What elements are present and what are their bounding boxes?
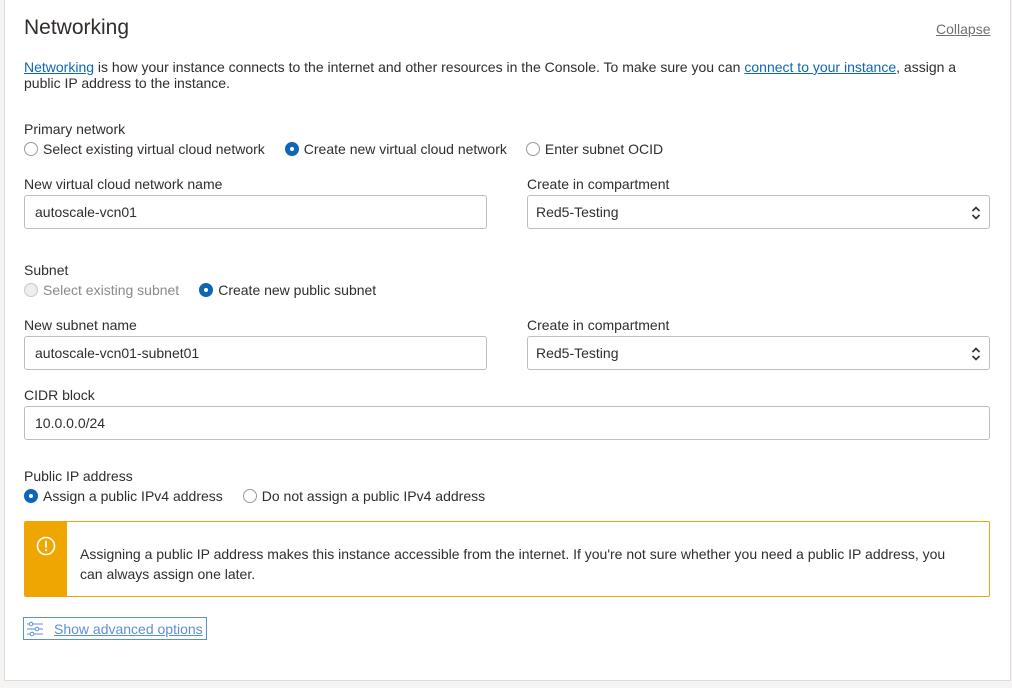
collapse-link[interactable]: Collapse — [936, 21, 990, 37]
subnet-radio-group: Select existing subnet Create new public… — [24, 282, 396, 298]
vcn-name-label: New virtual cloud network name — [24, 176, 223, 192]
primary-network-label: Primary network — [24, 121, 126, 137]
radio-button[interactable] — [525, 142, 540, 156]
public-ip-warning-alert: Assigning a public IP address makes this… — [24, 521, 990, 597]
radio-label: Do not assign a public IPv4 address — [261, 488, 486, 504]
vcn-compartment-value: Red5-Testing — [536, 204, 619, 220]
primary-network-radio-group: Select existing virtual cloud network Cr… — [24, 141, 683, 157]
public-ip-label: Public IP address — [24, 468, 133, 484]
vcn-compartment-select[interactable]: Red5-Testing — [527, 195, 990, 229]
radio-button[interactable] — [24, 489, 38, 503]
description-text-1: is how your instance connects to the int… — [94, 59, 745, 75]
subnet-name-label: New subnet name — [24, 317, 137, 333]
radio-label: Select existing subnet — [43, 282, 180, 298]
radio-label: Create new virtual cloud network — [303, 141, 507, 157]
radio-do-not-assign-public-ipv4[interactable]: Do not assign a public IPv4 address — [242, 488, 486, 504]
radio-button[interactable] — [242, 489, 257, 503]
connect-instance-link[interactable]: connect to your instance — [744, 59, 896, 75]
radio-assign-public-ipv4[interactable]: Assign a public IPv4 address — [24, 488, 223, 504]
radio-label: Enter subnet OCID — [544, 141, 664, 157]
radio-label: Select existing virtual cloud network — [43, 141, 265, 157]
sliders-icon — [27, 621, 43, 636]
radio-create-new-public-subnet[interactable]: Create new public subnet — [199, 282, 376, 298]
radio-enter-subnet-ocid[interactable]: Enter subnet OCID — [525, 141, 664, 157]
vcn-compartment-label: Create in compartment — [527, 176, 670, 192]
radio-select-existing-subnet: Select existing subnet — [24, 282, 179, 298]
cidr-block-label: CIDR block — [24, 387, 95, 403]
cidr-block-input[interactable] — [24, 406, 990, 440]
networking-description: Networking is how your instance connects… — [24, 59, 974, 91]
public-ip-radio-group: Assign a public IPv4 address Do not assi… — [24, 488, 505, 504]
exclamation-circle-icon — [36, 536, 56, 556]
section-title: Networking — [24, 16, 130, 39]
show-advanced-options-label: Show advanced options — [54, 620, 203, 637]
vcn-name-input[interactable] — [24, 195, 487, 229]
subnet-compartment-value: Red5-Testing — [536, 345, 619, 361]
radio-label: Create new public subnet — [218, 282, 377, 298]
warning-stripe — [25, 522, 67, 596]
radio-button — [24, 283, 38, 297]
show-advanced-options-button[interactable]: Show advanced options — [23, 617, 207, 640]
chevron-up-down-icon — [971, 347, 981, 361]
radio-create-new-vcn[interactable]: Create new virtual cloud network — [284, 141, 507, 157]
radio-button[interactable] — [199, 283, 214, 297]
radio-select-existing-vcn[interactable]: Select existing virtual cloud network — [24, 141, 265, 157]
networking-docs-link[interactable]: Networking — [24, 59, 94, 75]
radio-label: Assign a public IPv4 address — [43, 488, 223, 504]
radio-button[interactable] — [284, 142, 299, 156]
subnet-name-input[interactable] — [24, 336, 487, 370]
chevron-up-down-icon — [971, 206, 981, 220]
warning-message: Assigning a public IP address makes this… — [80, 546, 946, 582]
subnet-compartment-select[interactable]: Red5-Testing — [527, 336, 990, 370]
subnet-label: Subnet — [24, 262, 69, 278]
radio-button[interactable] — [24, 142, 38, 156]
subnet-compartment-label: Create in compartment — [527, 317, 670, 333]
